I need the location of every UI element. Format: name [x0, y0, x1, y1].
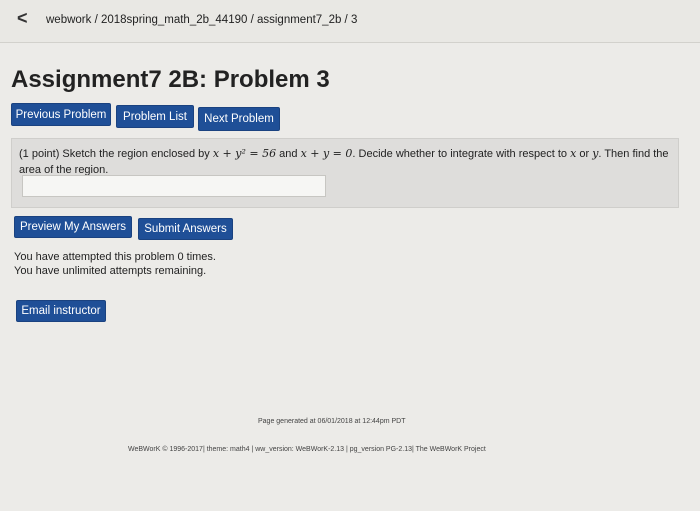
back-arrow-icon[interactable]: < [17, 8, 28, 29]
equation-line: x + y = 0 [300, 147, 353, 160]
answer-input[interactable] [22, 175, 326, 197]
previous-problem-button[interactable]: Previous Problem [11, 103, 111, 126]
footer-credits: WeBWorK © 1996-2017| theme: math4 | ww_v… [128, 446, 486, 453]
preview-answers-button[interactable]: Preview My Answers [14, 216, 132, 238]
problem-box: (1 point) Sketch the region enclosed by … [11, 138, 679, 208]
email-instructor-button[interactable]: Email instructor [16, 300, 106, 322]
page-generated-text: Page generated at 06/01/2018 at 12:44pm … [258, 418, 406, 425]
equation-parabola: x + y² = 56 [212, 147, 277, 160]
breadcrumb: webwork / 2018spring_math_2b_44190 / ass… [46, 14, 358, 26]
browser-top-bar: < webwork / 2018spring_math_2b_44190 / a… [0, 0, 700, 43]
attempts-remaining-text: You have unlimited attempts remaining. [14, 265, 207, 277]
attempts-made-text: You have attempted this problem 0 times. [14, 251, 216, 263]
problem-list-button[interactable]: Problem List [116, 105, 194, 128]
next-problem-button[interactable]: Next Problem [198, 107, 280, 131]
page-title: Assignment7 2B: Problem 3 [11, 66, 330, 93]
problem-statement: (1 point) Sketch the region enclosed by … [19, 147, 669, 176]
submit-answers-button[interactable]: Submit Answers [138, 218, 233, 240]
